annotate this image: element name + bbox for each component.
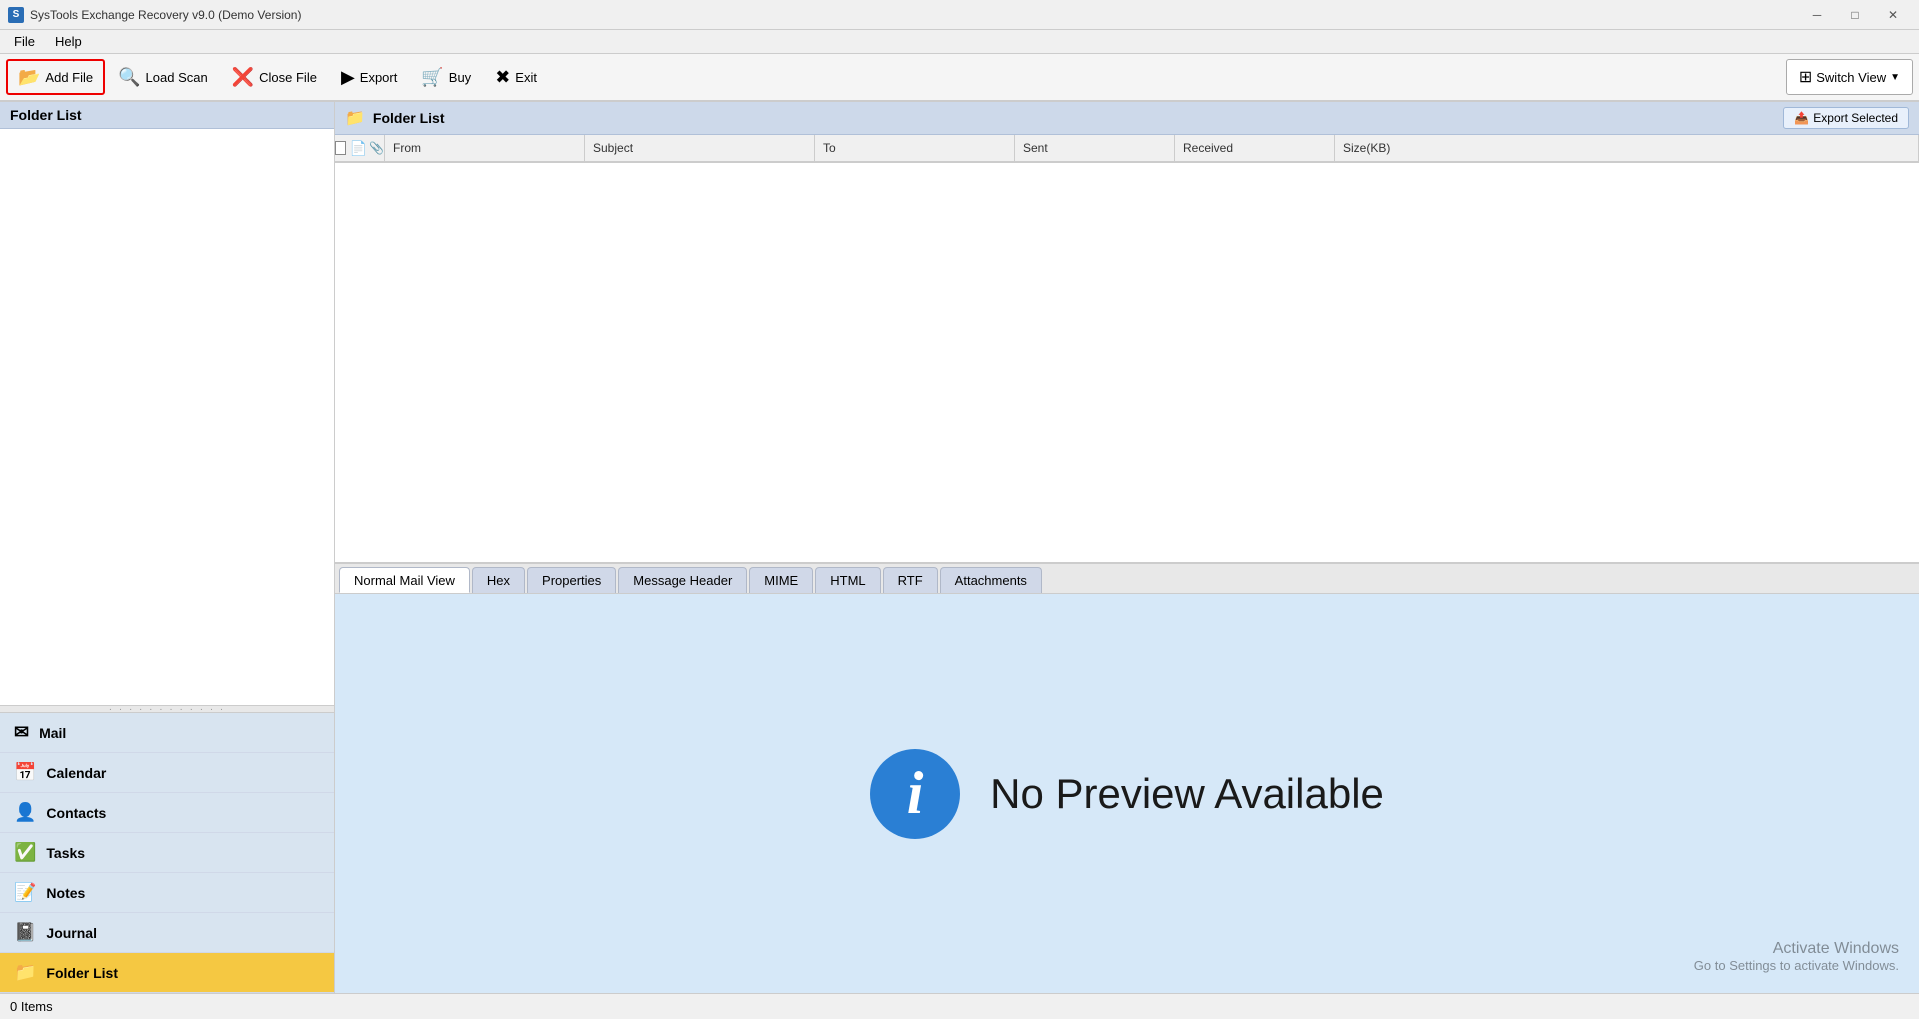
exit-icon: ✖	[495, 67, 510, 88]
mail-icon: ✉	[14, 722, 29, 743]
sidebar-nav-notes-label: Notes	[46, 885, 85, 901]
sidebar-header: Folder List	[0, 102, 334, 129]
sidebar-item-journal[interactable]: 📓 Journal	[0, 913, 334, 953]
menu-file[interactable]: File	[4, 32, 45, 51]
tab-normal-mail-view[interactable]: Normal Mail View	[339, 567, 470, 593]
title-bar: S SysTools Exchange Recovery v9.0 (Demo …	[0, 0, 1919, 30]
content-header: 📁 Folder List 📤 Export Selected	[335, 102, 1919, 135]
tab-message-header[interactable]: Message Header	[618, 567, 747, 593]
attachment-col-icon: 📎	[369, 141, 384, 155]
close-button[interactable]: ✕	[1875, 5, 1911, 25]
th-to[interactable]: To	[815, 135, 1015, 161]
info-icon: i	[907, 759, 924, 828]
content-area: 📁 Folder List 📤 Export Selected 📄 📎 From…	[335, 102, 1919, 993]
sidebar: Folder List · · · · · · · · · · · · ✉ Ma…	[0, 102, 335, 993]
sidebar-item-notes[interactable]: 📝 Notes	[0, 873, 334, 913]
tab-mime[interactable]: MIME	[749, 567, 813, 593]
main-layout: Folder List · · · · · · · · · · · · ✉ Ma…	[0, 102, 1919, 993]
folder-tree-area[interactable]	[0, 129, 334, 705]
journal-icon: 📓	[14, 922, 36, 943]
sidebar-item-folder-list[interactable]: 📁 Folder List	[0, 953, 334, 993]
sidebar-header-label: Folder List	[10, 107, 82, 123]
close-file-icon: ❌	[232, 67, 254, 88]
sidebar-nav-contacts-label: Contacts	[46, 805, 106, 821]
close-file-button[interactable]: ❌ Close File	[221, 59, 328, 95]
tab-html[interactable]: HTML	[815, 567, 880, 593]
tab-rtf[interactable]: RTF	[883, 567, 938, 593]
menu-help[interactable]: Help	[45, 32, 92, 51]
export-button[interactable]: ▶ Export	[330, 59, 408, 95]
title-text: SysTools Exchange Recovery v9.0 (Demo Ve…	[30, 8, 1799, 22]
app-icon: S	[8, 7, 24, 23]
no-preview-content: i No Preview Available	[870, 749, 1384, 839]
switch-view-button[interactable]: ⊞ Switch View ▼	[1786, 59, 1913, 95]
status-bar: 0 Items	[0, 993, 1919, 1019]
sidebar-item-mail[interactable]: ✉ Mail	[0, 713, 334, 753]
table-header: 📄 📎 From Subject To Sent Received Size(K…	[335, 135, 1919, 163]
header-checkbox[interactable]	[335, 141, 346, 155]
menu-bar: File Help	[0, 30, 1919, 54]
status-item-count: 0 Items	[10, 999, 53, 1014]
sidebar-nav-folder-list-label: Folder List	[46, 965, 118, 981]
sidebar-resize-handle[interactable]: · · · · · · · · · · · ·	[0, 705, 334, 713]
add-file-icon: 📂	[18, 67, 40, 88]
add-file-button[interactable]: 📂 Add File	[6, 59, 105, 95]
th-from[interactable]: From	[385, 135, 585, 161]
th-received[interactable]: Received	[1175, 135, 1335, 161]
tasks-icon: ✅	[14, 842, 36, 863]
export-selected-icon: 📤	[1794, 111, 1809, 125]
buy-button[interactable]: 🛒 Buy	[410, 59, 482, 95]
th-subject[interactable]: Subject	[585, 135, 815, 161]
activate-windows-notice: Activate Windows Go to Settings to activ…	[1694, 940, 1899, 973]
info-icon-circle: i	[870, 749, 960, 839]
sidebar-item-tasks[interactable]: ✅ Tasks	[0, 833, 334, 873]
calendar-icon: 📅	[14, 762, 36, 783]
window-controls: ─ □ ✕	[1799, 5, 1911, 25]
sidebar-nav-tasks-label: Tasks	[46, 845, 85, 861]
content-folder-list-label: Folder List	[373, 110, 445, 126]
folder-list-icon: 📁	[14, 962, 36, 983]
sidebar-item-contacts[interactable]: 👤 Contacts	[0, 793, 334, 833]
preview-area: i No Preview Available Activate Windows …	[335, 594, 1919, 993]
load-scan-button[interactable]: 🔍 Load Scan	[107, 59, 219, 95]
export-icon: ▶	[341, 67, 355, 88]
export-selected-button[interactable]: 📤 Export Selected	[1783, 107, 1909, 129]
maximize-button[interactable]: □	[1837, 5, 1873, 25]
tab-attachments[interactable]: Attachments	[940, 567, 1042, 593]
folder-col-icon: 📄	[350, 140, 367, 157]
switch-view-dropdown-icon: ▼	[1890, 72, 1900, 83]
folder-list-header-icon: 📁	[345, 108, 365, 128]
toolbar: 📂 Add File 🔍 Load Scan ❌ Close File ▶ Ex…	[0, 54, 1919, 102]
sidebar-nav: ✉ Mail 📅 Calendar 👤 Contacts ✅ Tasks 📝 N…	[0, 713, 334, 993]
th-sent[interactable]: Sent	[1015, 135, 1175, 161]
tab-hex[interactable]: Hex	[472, 567, 525, 593]
contacts-icon: 👤	[14, 802, 36, 823]
load-scan-icon: 🔍	[118, 67, 140, 88]
switch-view-icon: ⊞	[1799, 67, 1812, 87]
notes-icon: 📝	[14, 882, 36, 903]
th-checkbox[interactable]: 📄 📎	[335, 135, 385, 161]
activate-windows-line2: Go to Settings to activate Windows.	[1694, 958, 1899, 973]
th-size[interactable]: Size(KB)	[1335, 135, 1919, 161]
exit-button[interactable]: ✖ Exit	[484, 59, 548, 95]
sidebar-nav-mail-label: Mail	[39, 725, 66, 741]
buy-icon: 🛒	[421, 67, 443, 88]
sidebar-nav-calendar-label: Calendar	[46, 765, 106, 781]
activate-windows-line1: Activate Windows	[1694, 940, 1899, 958]
email-list-area[interactable]	[335, 163, 1919, 562]
sidebar-item-calendar[interactable]: 📅 Calendar	[0, 753, 334, 793]
preview-tabs: Normal Mail View Hex Properties Message …	[335, 562, 1919, 594]
no-preview-text: No Preview Available	[990, 770, 1384, 818]
minimize-button[interactable]: ─	[1799, 5, 1835, 25]
tab-properties[interactable]: Properties	[527, 567, 616, 593]
sidebar-nav-journal-label: Journal	[46, 925, 97, 941]
